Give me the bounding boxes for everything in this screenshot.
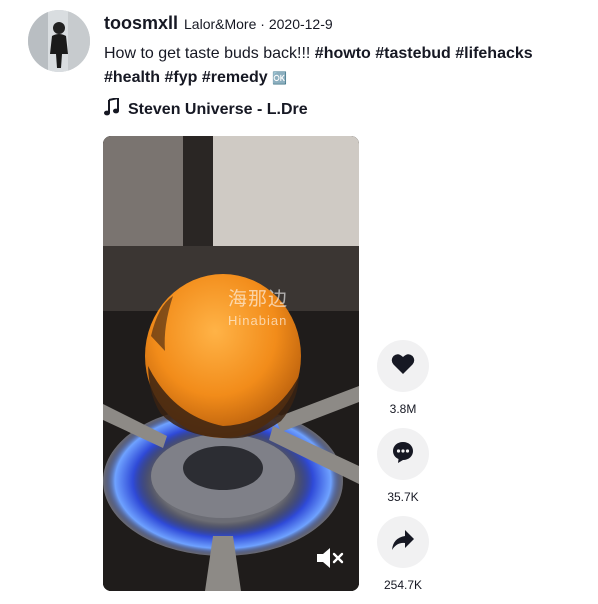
share-arrow-icon xyxy=(391,529,415,556)
caption-text: How to get taste buds back!!! xyxy=(104,45,311,62)
like-button[interactable] xyxy=(377,340,429,392)
hashtag-tastebud[interactable]: #tastebud xyxy=(375,45,451,62)
hashtag-howto[interactable]: #howto xyxy=(315,45,371,62)
video-player[interactable]: 海那边 Hinabian xyxy=(103,136,359,591)
watermark: 海那边 Hinabian xyxy=(228,289,289,328)
video-caption: How to get taste buds back!!! #howto #ta… xyxy=(104,42,584,90)
music-title: Steven Universe - L.Dre xyxy=(128,100,308,118)
like-action: 3.8M xyxy=(376,340,430,416)
author-avatar[interactable] xyxy=(28,10,90,72)
author-nickname: Lalor&More · 2020-12-9 xyxy=(184,16,333,32)
comment-count: 35.7K xyxy=(387,490,419,504)
music-link[interactable]: Steven Universe - L.Dre xyxy=(104,96,584,121)
post-date: 2020-12-9 xyxy=(268,16,333,32)
mute-button[interactable] xyxy=(315,545,345,571)
caption-emoji: 🆗 xyxy=(272,71,288,85)
comment-button[interactable] xyxy=(377,428,429,480)
comment-bubble-icon xyxy=(391,440,415,469)
hashtag-lifehacks[interactable]: #lifehacks xyxy=(455,45,532,62)
share-count: 254.7K xyxy=(383,578,423,592)
like-count: 3.8M xyxy=(389,402,417,416)
music-note-icon xyxy=(104,96,120,121)
hashtag-health[interactable]: #health xyxy=(104,69,160,86)
author-username[interactable]: toosmxll xyxy=(104,13,178,34)
comment-action: 35.7K xyxy=(376,428,430,504)
share-button[interactable] xyxy=(377,516,429,568)
video-frame xyxy=(103,136,359,591)
hashtag-remedy[interactable]: #remedy xyxy=(202,69,268,86)
hashtag-fyp[interactable]: #fyp xyxy=(164,69,197,86)
speaker-muted-icon xyxy=(315,545,345,571)
heart-icon xyxy=(391,353,415,380)
share-action: 254.7K xyxy=(376,516,430,592)
